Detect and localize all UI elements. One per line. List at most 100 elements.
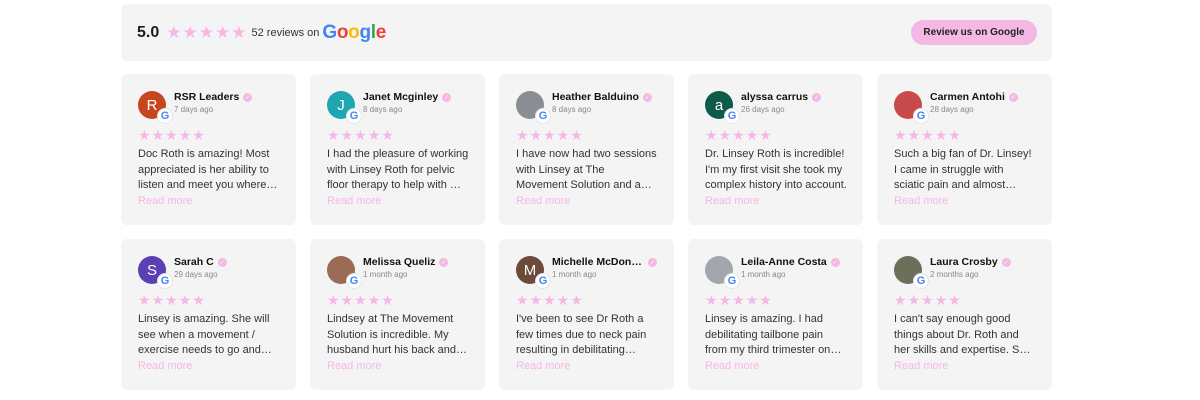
verified-badge-icon: ✓ xyxy=(243,92,253,102)
review-stars: ★ ★ ★ ★ ★ xyxy=(138,128,280,142)
review-stars: ★ ★ ★ ★ ★ xyxy=(516,293,658,307)
star-icon: ★ xyxy=(354,292,367,308)
review-stars: ★ ★ ★ ★ ★ xyxy=(138,293,280,307)
review-text: Lindsey at The Movement Solution is incr… xyxy=(327,313,457,356)
reviewer-name[interactable]: Janet Mcginley xyxy=(363,91,438,103)
review-text: I can't say enough good things about Dr.… xyxy=(894,313,1032,356)
read-more-link[interactable]: Read more xyxy=(516,360,658,372)
read-more-link[interactable]: Read more xyxy=(327,195,469,207)
review-card[interactable]: R G RSR Leaders ✓ 7 days ago ★ ★ ★ ★ ★ Doc Roth is… xyxy=(121,74,296,225)
review-card[interactable]: S G Sarah C ✓ 29 days ago ★ ★ ★ ★ ★ Linsey is amaz… xyxy=(121,239,296,390)
star-icon: ★ xyxy=(178,292,192,308)
read-more-link[interactable]: Read more xyxy=(516,195,658,207)
review-card[interactable]: G Leila-Anne Costa ✓ 1 month ago ★ ★ ★ ★ ★ Linsey… xyxy=(688,239,863,390)
star-icon: ★ xyxy=(745,292,759,308)
avatar-wrap: SG xyxy=(138,256,173,289)
google-icon: G xyxy=(913,108,929,124)
star-icon: ★ xyxy=(354,127,367,143)
star-icon: ★ xyxy=(516,127,529,143)
review-date: 26 days ago xyxy=(741,105,785,114)
review-card[interactable]: G Heather Balduino ✓ 8 days ago ★ ★ ★ ★ ★ I have … xyxy=(499,74,674,225)
read-more-link[interactable]: Read more xyxy=(705,360,847,372)
google-icon: G xyxy=(535,273,551,289)
reviews-grid: R G RSR Leaders ✓ 7 days ago ★ ★ ★ ★ ★ Doc Roth is… xyxy=(121,74,1052,390)
google-icon: G xyxy=(724,273,740,289)
name-row: Melissa Queliz ✓ xyxy=(363,256,469,268)
star-icon: ★ xyxy=(907,127,921,143)
reviewer-name[interactable]: Michelle McDonough xyxy=(552,256,644,268)
review-card[interactable]: a Galyssa carrus ✓ 26 days ago ★ ★ ★ ★ ★ Dr. Lins… xyxy=(688,74,863,225)
review-stars: ★ ★ ★ ★ ★ xyxy=(327,128,469,142)
read-more-link[interactable]: Read more xyxy=(327,360,469,372)
star-icon: ★ xyxy=(165,127,178,143)
reviewer-name[interactable]: Laura Crosby xyxy=(930,256,998,268)
star-icon: ★ xyxy=(732,127,745,143)
name-row: Heather Balduino ✓ xyxy=(552,91,658,103)
review-card[interactable]: MGMichelle McDonough✓1 month ago★★★★★I'v… xyxy=(499,239,674,390)
review-date: 28 days ago xyxy=(930,105,974,114)
star-icon: ★ xyxy=(367,127,381,143)
star-icon: ★ xyxy=(215,23,231,42)
star-icon: ★ xyxy=(340,292,354,308)
review-date: 1 month ago xyxy=(741,270,786,279)
avatar-wrap: G xyxy=(894,256,929,289)
reviewer-name[interactable]: alyssa carrus xyxy=(741,91,808,103)
google-icon: G xyxy=(157,273,173,289)
star-icon: ★ xyxy=(166,23,182,42)
google-icon: G xyxy=(157,108,173,124)
review-date: 8 days ago xyxy=(552,105,592,114)
reviewer-header: J G Janet Mcginley ✓ 8 days ago xyxy=(327,91,469,124)
reviewer-info: Michelle McDonough ✓ 1 month ago xyxy=(552,256,658,279)
name-row: Michelle McDonough ✓ xyxy=(552,256,658,268)
verified-badge-icon: ✓ xyxy=(1001,257,1011,267)
star-icon: ★ xyxy=(934,127,948,143)
review-card[interactable]: J G Janet Mcginley ✓ 8 days ago ★ ★ ★ ★ ★ I had th… xyxy=(310,74,485,225)
verified-badge-icon: ✓ xyxy=(812,92,822,102)
reviewer-info: Laura Crosby ✓ 2 months ago xyxy=(930,256,1036,279)
name-row: Carmen Antohi ✓ xyxy=(930,91,1036,103)
google-logo: Google xyxy=(322,21,387,43)
verified-badge-icon: ✓ xyxy=(1008,92,1018,102)
avatar-wrap: aG xyxy=(705,91,740,124)
name-row: Laura Crosby ✓ xyxy=(930,256,1036,268)
reviewer-name[interactable]: Leila-Anne Costa xyxy=(741,256,827,268)
read-more-link[interactable]: Read more xyxy=(705,195,847,207)
reviewer-header: MGMichelle McDonough ✓ 1 month ago xyxy=(516,256,658,289)
star-icon: ★ xyxy=(192,127,205,143)
star-icon: ★ xyxy=(529,292,543,308)
reviewer-name[interactable]: Sarah C xyxy=(174,256,214,268)
reviewer-name[interactable]: Carmen Antohi xyxy=(930,91,1005,103)
review-date: 2 months ago xyxy=(930,270,979,279)
read-more-link[interactable]: Read more xyxy=(138,195,280,207)
reviewer-info: Janet Mcginley ✓ 8 days ago xyxy=(363,91,469,114)
review-card[interactable]: G Laura Crosby ✓ 2 months ago ★ ★ ★ ★ ★ I can't s… xyxy=(877,239,1052,390)
review-card[interactable]: G Carmen Antohi ✓ 28 days ago ★ ★ ★ ★ ★ Such a bi… xyxy=(877,74,1052,225)
reviewer-info: Heather Balduino ✓ 8 days ago xyxy=(552,91,658,114)
star-icon: ★ xyxy=(151,292,165,308)
reviewer-name[interactable]: RSR Leaders xyxy=(174,91,239,103)
star-icon: ★ xyxy=(165,292,178,308)
star-icon: ★ xyxy=(138,292,151,308)
verified-badge-icon: ✓ xyxy=(830,257,840,267)
avatar-wrap: MG xyxy=(516,256,551,289)
reviewer-name[interactable]: Heather Balduino xyxy=(552,91,639,103)
verified-badge-icon: ✓ xyxy=(439,257,449,267)
read-more-link[interactable]: Read more xyxy=(894,195,1036,207)
review-text: Linsey is amazing. She will see when a m… xyxy=(138,313,270,356)
star-icon: ★ xyxy=(894,292,907,308)
reviews-summary-bar: 5.0 ★ ★ ★ ★ ★ 52 reviews on Google Revie… xyxy=(121,4,1052,61)
verified-badge-icon: ✓ xyxy=(648,257,657,267)
review-text: Doc Roth is amazing! Most appreciated is… xyxy=(138,148,270,191)
review-count: 52 reviews xyxy=(251,26,305,39)
star-icon: ★ xyxy=(340,127,354,143)
star-icon: ★ xyxy=(570,292,583,308)
review-card[interactable]: G Melissa Queliz ✓ 1 month ago ★ ★ ★ ★ ★ Lindsey … xyxy=(310,239,485,390)
avatar-wrap: G xyxy=(516,91,551,124)
review-text: Such a big fan of Dr. Linsey! I came in … xyxy=(894,148,1032,191)
name-row: Janet Mcginley ✓ xyxy=(363,91,469,103)
reviewer-name[interactable]: Melissa Queliz xyxy=(363,256,435,268)
read-more-link[interactable]: Read more xyxy=(894,360,1036,372)
review-us-on-google-button[interactable]: Review us on Google xyxy=(911,20,1037,45)
review-text: I had the pleasure of working with Linse… xyxy=(327,148,469,191)
read-more-link[interactable]: Read more xyxy=(138,360,280,372)
